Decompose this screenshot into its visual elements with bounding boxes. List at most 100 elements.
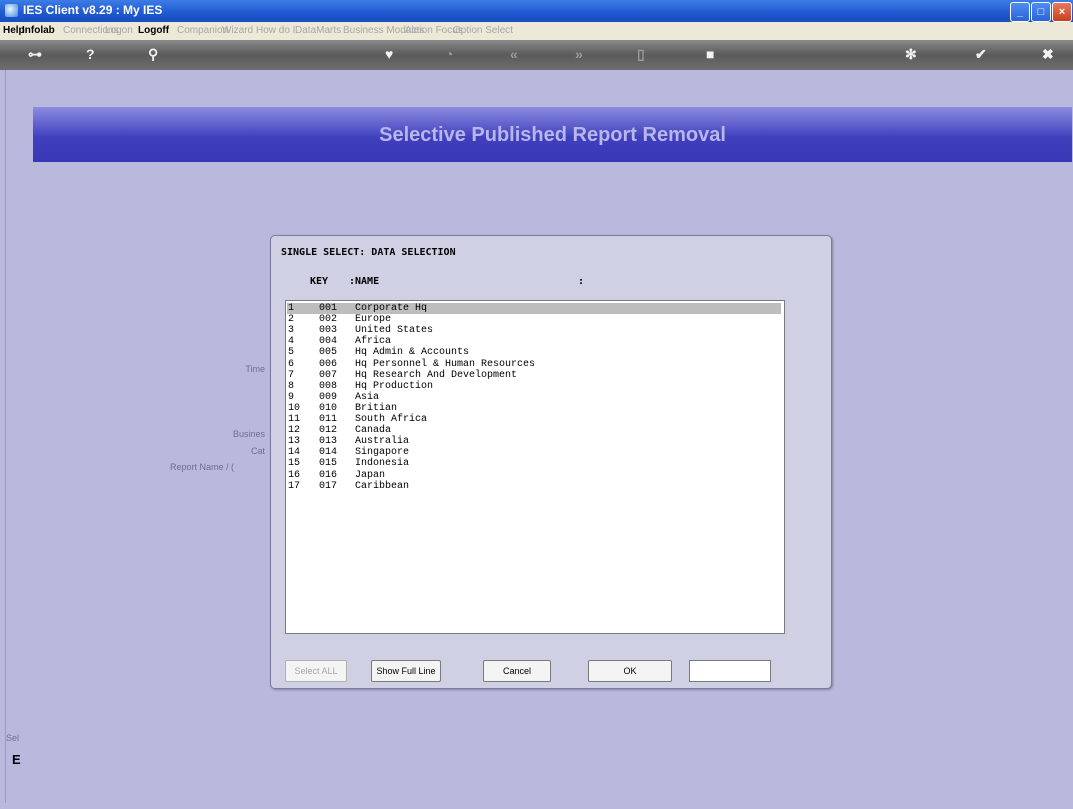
list-item[interactable]: 12 012 Canada: [287, 425, 781, 436]
page-icon[interactable]: ▯: [637, 46, 645, 63]
row-name: Britian: [355, 402, 398, 414]
row-number: 11: [288, 414, 301, 425]
row-number: 17: [288, 480, 301, 492]
forward-icon[interactable]: »: [575, 46, 583, 62]
status-label: E: [12, 752, 21, 767]
select-all-button[interactable]: Select ALL: [285, 660, 347, 682]
row-name: Africa: [355, 336, 392, 348]
row-number: 8: [288, 380, 295, 392]
data-selection-dialog: SINGLE SELECT: DATA SELECTION KEY :NAME …: [270, 235, 832, 689]
list-item[interactable]: 14 014 Singapore: [287, 447, 781, 458]
list-item[interactable]: 16 016 Japan: [287, 470, 781, 481]
confirm-icon[interactable]: ✔: [975, 46, 987, 63]
list-item[interactable]: 2 002 Europe: [287, 314, 781, 325]
help-icon[interactable]: ?: [86, 46, 95, 62]
row-key: 015: [319, 458, 338, 470]
row-key: 001: [319, 303, 338, 314]
row-name: Hq Personnel & Human Resources: [355, 358, 536, 370]
list-item[interactable]: 11 011 South Africa: [287, 414, 781, 425]
row-number: 5: [288, 347, 295, 359]
row-number: 1: [288, 303, 295, 314]
menu-item-infolab[interactable]: Infolab: [22, 25, 55, 36]
minimize-button[interactable]: _: [1010, 2, 1030, 22]
show-full-line-button[interactable]: Show Full Line: [371, 660, 441, 682]
row-name: Asia: [355, 391, 380, 403]
list-item[interactable]: 17 017 Caribbean: [287, 481, 781, 492]
list-item[interactable]: 5 005 Hq Admin & Accounts: [287, 347, 781, 358]
menu-item-datamarts[interactable]: DataMarts: [295, 25, 341, 36]
list-item[interactable]: 9 009 Asia: [287, 392, 781, 403]
heart-icon[interactable]: ♥: [385, 46, 393, 62]
business-label: Busines: [232, 429, 265, 439]
menu-item-how-do-i[interactable]: How do I: [256, 25, 295, 36]
row-name: Indonesia: [355, 458, 410, 470]
app-icon: [5, 4, 18, 17]
search-field[interactable]: [689, 660, 771, 682]
menu-item-option-select[interactable]: Option Select: [453, 25, 513, 36]
row-name: Corporate Hq: [355, 303, 428, 314]
cancel-icon[interactable]: ✖: [1042, 46, 1054, 63]
menu-item-companion[interactable]: Companion: [177, 25, 228, 36]
row-number: 15: [288, 458, 301, 470]
category-label: Cat: [250, 446, 265, 456]
cancel-button[interactable]: Cancel: [483, 660, 551, 682]
row-key: 005: [319, 347, 338, 359]
list-item[interactable]: 6 006 Hq Personnel & Human Resources: [287, 359, 781, 370]
window-title: IES Client v8.29 : My IES: [23, 3, 163, 17]
list-item[interactable]: 7 007 Hq Research And Development: [287, 370, 781, 381]
settings-icon[interactable]: ✻: [905, 46, 917, 63]
list-item[interactable]: 3 003 United States: [287, 325, 781, 336]
row-key: 007: [319, 369, 338, 381]
menu-item-logon[interactable]: Logon: [105, 25, 133, 36]
row-number: 10: [288, 402, 301, 414]
row-number: 9: [288, 391, 295, 403]
row-name: Europe: [355, 314, 392, 326]
search-icon[interactable]: ⚲: [148, 46, 158, 63]
clock-icon[interactable]: ◔: [445, 46, 453, 62]
column-header-end: :: [578, 276, 585, 287]
ok-button[interactable]: OK: [588, 660, 672, 682]
menu-item-logoff[interactable]: Logoff: [138, 25, 169, 36]
list-item[interactable]: 10 010 Britian: [287, 403, 781, 414]
row-name: Japan: [355, 469, 386, 481]
row-key: 006: [319, 358, 338, 370]
row-key: 016: [319, 469, 338, 481]
time-label: Time: [245, 364, 265, 374]
row-number: 6: [288, 358, 295, 370]
menu-item-wizard[interactable]: Wizard: [222, 25, 253, 36]
page-title: Selective Published Report Removal: [379, 124, 726, 146]
row-number: 4: [288, 336, 295, 348]
menu-bar: Help Infolab Connections Logon Logoff Compani…: [0, 22, 1073, 40]
row-name: Caribbean: [355, 480, 410, 492]
stop-icon[interactable]: ■: [706, 46, 714, 62]
row-number: 13: [288, 436, 301, 448]
selection-list[interactable]: 1 001 Corporate Hq 2 002 Europe 3 003 United Sta…: [285, 300, 785, 634]
row-key: 011: [319, 414, 338, 425]
row-key: 010: [319, 402, 338, 414]
select-label: Sel: [6, 733, 20, 743]
toolbar: ⊶ ? ⚲ ♥ ◔ « » ▯ ■ ✻ ✔ ✖: [0, 40, 1073, 70]
close-button[interactable]: ×: [1052, 2, 1072, 22]
row-number: 7: [288, 369, 295, 381]
list-item[interactable]: 4 004 Africa: [287, 336, 781, 347]
row-key: 014: [319, 447, 338, 459]
list-item[interactable]: 13 013 Australia: [287, 436, 781, 447]
row-name: Australia: [355, 436, 410, 448]
list-item[interactable]: 8 008 Hq Production: [287, 381, 781, 392]
column-header-name: :NAME: [349, 276, 380, 287]
list-item[interactable]: 15 015 Indonesia: [287, 458, 781, 469]
row-key: 017: [319, 480, 338, 492]
row-number: 2: [288, 314, 295, 326]
row-key: 004: [319, 336, 338, 348]
row-number: 14: [288, 447, 301, 459]
list-item[interactable]: 1 001 Corporate Hq: [287, 303, 781, 314]
row-name: United States: [355, 325, 434, 337]
back-icon[interactable]: «: [510, 46, 518, 62]
dialog-title: SINGLE SELECT: DATA SELECTION: [281, 247, 456, 258]
row-number: 12: [288, 425, 301, 437]
maximize-button[interactable]: □: [1031, 2, 1051, 22]
row-key: 012: [319, 425, 338, 437]
page-banner: Selective Published Report Removal: [33, 107, 1072, 162]
row-key: 002: [319, 314, 338, 326]
key-icon[interactable]: ⊶: [28, 46, 42, 63]
